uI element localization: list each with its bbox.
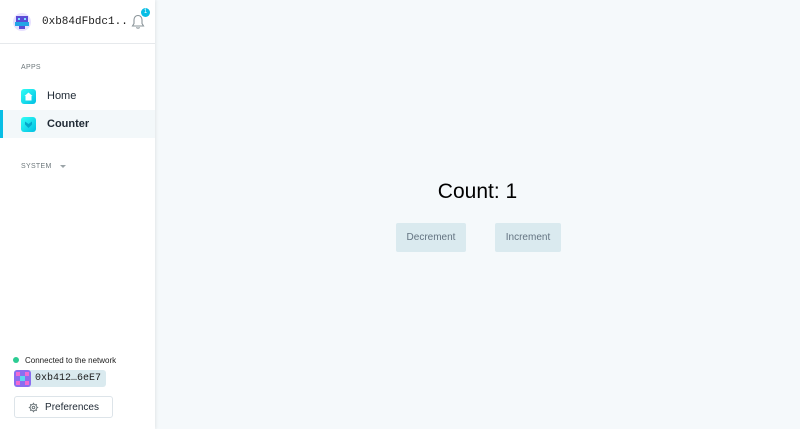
system-section-label: SYSTEM	[21, 163, 52, 170]
sidebar-item-home[interactable]: Home	[0, 82, 155, 110]
network-status-text: Connected to the network	[25, 355, 117, 365]
sidebar-item-label: Home	[47, 90, 77, 102]
sidebar-item-label: Counter	[47, 118, 90, 130]
chevron-down-icon	[59, 165, 66, 168]
gear-icon	[28, 402, 39, 412]
sidebar: 0xb84dFbdc1... 1 APPS Home Counter SYSTE…	[0, 0, 155, 429]
account-address: 0xb412…6eE7	[35, 373, 102, 384]
count-display: Count: 1	[437, 180, 518, 203]
account-badge[interactable]: 0xb412…6eE7	[14, 370, 107, 387]
network-status: Connected to the network	[0, 354, 116, 366]
preferences-button[interactable]: Preferences	[14, 396, 113, 418]
system-section-toggle[interactable]: SYSTEM	[0, 163, 155, 170]
preferences-label: Preferences	[45, 401, 99, 413]
sidebar-item-counter[interactable]: Counter	[0, 110, 155, 138]
org-avatar-icon[interactable]	[13, 12, 31, 31]
apps-section-label: APPS	[21, 64, 41, 71]
app-window: 0xb84dFbdc1... 1 APPS Home Counter SYSTE…	[0, 0, 800, 429]
counter-app-icon	[21, 116, 36, 132]
notifications-button[interactable]: 1	[131, 7, 150, 30]
sidebar-header: 0xb84dFbdc1... 1	[0, 0, 155, 44]
org-address[interactable]: 0xb84dFbdc1...	[42, 16, 127, 28]
account-identicon-icon	[14, 370, 31, 387]
notification-count-badge: 1	[141, 7, 150, 17]
main-content: Count: 1 Decrement Increment	[155, 0, 800, 429]
home-icon	[21, 88, 36, 104]
app-nav: Home Counter	[0, 82, 155, 138]
increment-button[interactable]: Increment	[495, 223, 561, 252]
status-dot-icon	[13, 357, 19, 363]
decrement-button[interactable]: Decrement	[396, 223, 466, 252]
